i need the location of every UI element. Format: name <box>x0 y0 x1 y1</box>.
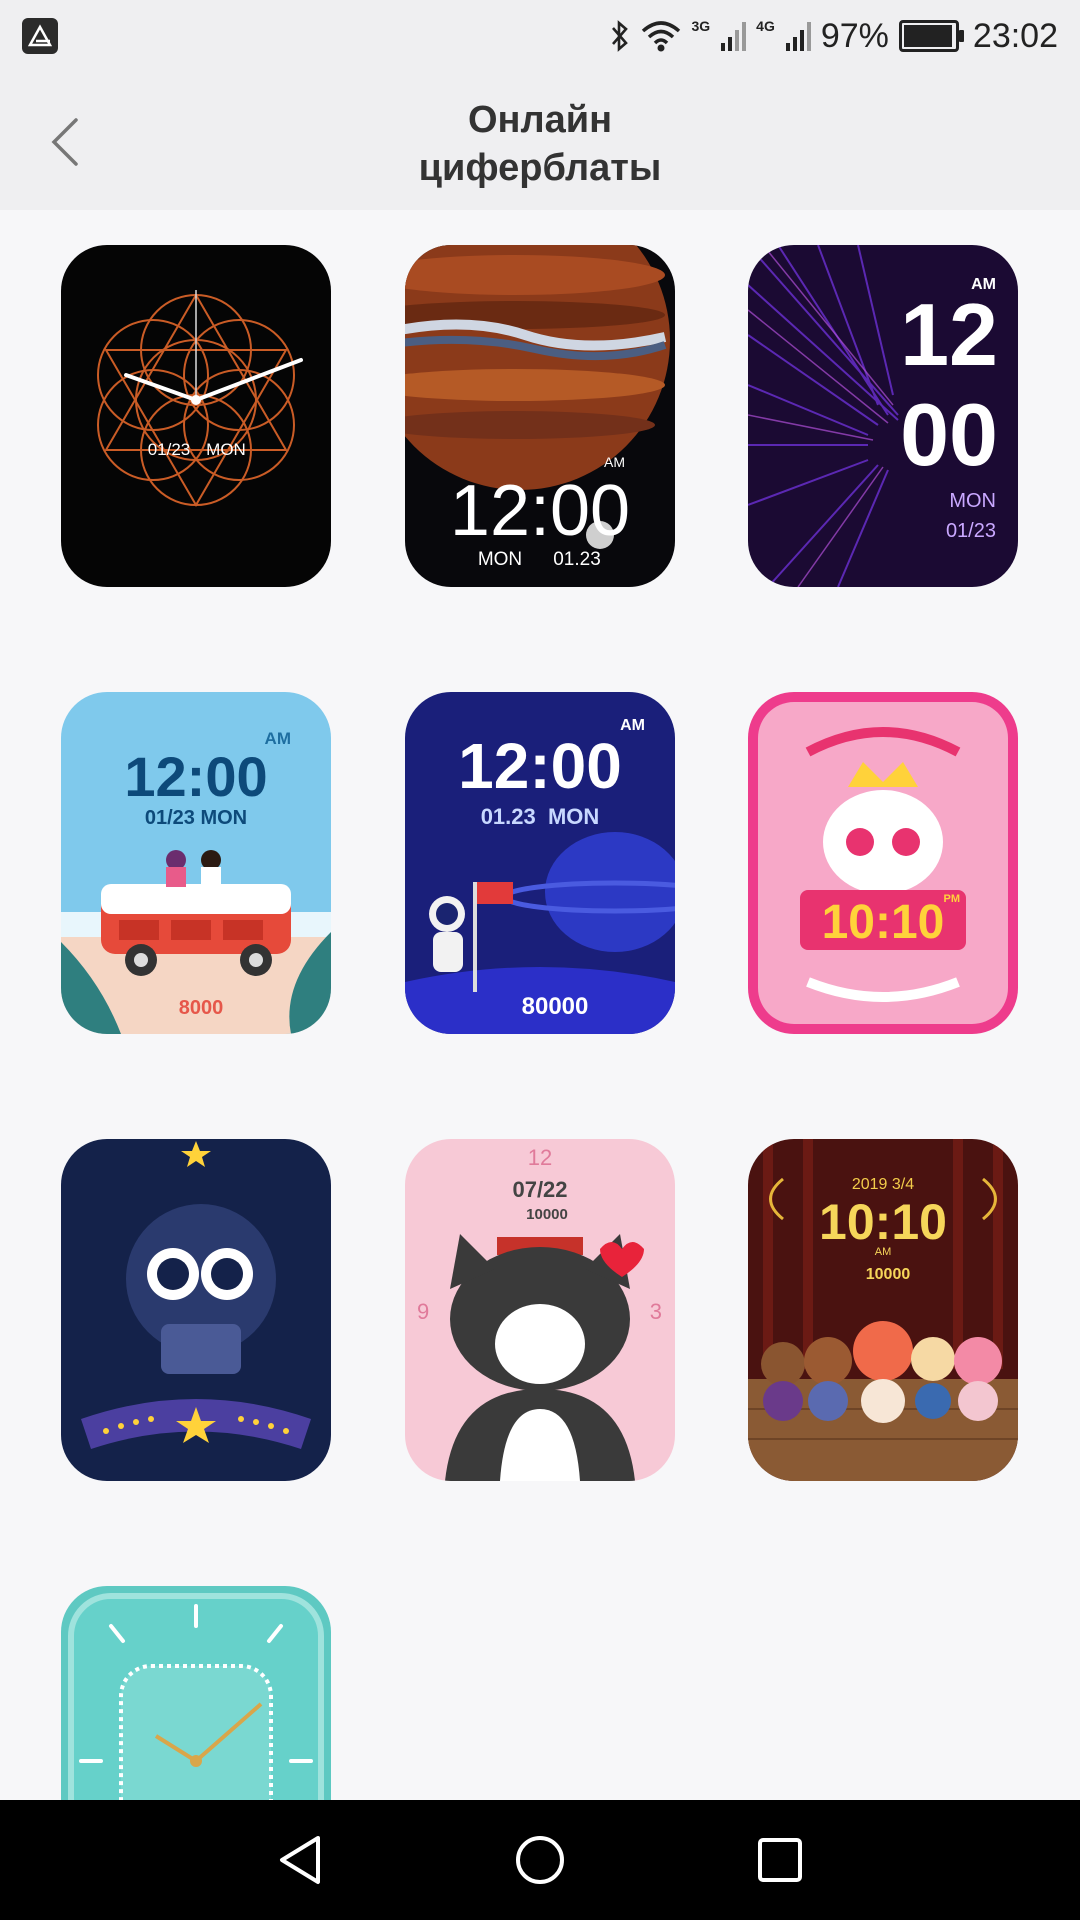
status-bar: 3G 4G 97% 23:02 <box>0 0 1080 72</box>
network-type-1: 3G <box>691 18 711 34</box>
face-steps: 10000 <box>526 1206 568 1223</box>
nav-recents-icon[interactable] <box>748 1828 812 1892</box>
watchface-preview: 01/23 MON <box>97 290 303 507</box>
face-date: 01.23 MON <box>481 804 600 829</box>
clock: 23:02 <box>972 16 1058 55</box>
face-ampm: AM <box>265 729 291 748</box>
watchface-preview: 12 3 6 9 07/22 10000 <box>417 1145 662 1481</box>
watchface-grid: 01/23 MON AM 12:00 MON 01.23 AM 12 00 MO… <box>0 210 1080 1800</box>
nav-home-icon[interactable] <box>508 1828 572 1892</box>
watchface-card-astronaut[interactable]: AM 12:00 01.23 MON 80000 <box>405 692 675 1034</box>
face-date: 01/23 <box>148 440 191 459</box>
face-hour-12: 12 <box>528 1145 552 1170</box>
battery-percent: 97% <box>820 16 889 55</box>
face-day: MON <box>478 549 522 570</box>
system-nav-bar <box>0 1800 1080 1920</box>
watchface-card-beach-van[interactable]: AM 12:00 01/23 MON 8000 <box>61 692 331 1034</box>
watchface-card-stage[interactable]: 2019 3/4 10:10 AM 10000 <box>748 1139 1018 1481</box>
back-arrow-icon[interactable] <box>40 112 92 172</box>
face-ampm: AM <box>875 1246 892 1258</box>
nav-back-icon[interactable] <box>268 1828 332 1892</box>
watchface-preview: 10:10 PM <box>758 702 1008 1024</box>
face-steps: 10000 <box>866 1266 911 1283</box>
watchface-preview <box>81 1141 311 1449</box>
watchface-preview: AM 12:00 MON 01.23 <box>405 245 670 570</box>
watchface-preview: 2019 3/4 10:10 AM 10000 <box>748 1139 1018 1481</box>
title-bar: Онлайн циферблаты <box>0 72 1080 210</box>
signal-icon-2 <box>785 22 811 51</box>
watchface-preview: AM 12:00 01.23 MON 80000 <box>405 717 675 1034</box>
face-steps: 8000 <box>179 997 224 1019</box>
watchface-preview: AM 12:00 01/23 MON 8000 <box>61 729 331 1034</box>
face-time: 12:00 <box>124 745 267 808</box>
face-hour: 12 <box>900 285 998 384</box>
watchface-card-geometric[interactable]: 01/23 MON <box>61 245 331 587</box>
face-time: 10:10 <box>819 1194 947 1250</box>
face-day: MON <box>206 440 246 459</box>
page-title: Онлайн циферблаты <box>340 96 740 192</box>
face-time: 10:10 <box>822 896 945 949</box>
page-title-line-1: Онлайн <box>467 99 613 141</box>
face-time: 12:00 <box>458 730 622 802</box>
face-date: 07/22 <box>512 1177 567 1202</box>
watchface-card-cat[interactable]: 12 3 6 9 07/22 10000 <box>405 1139 675 1481</box>
face-ampm: AM <box>620 717 645 734</box>
watchface-preview <box>68 1593 324 1800</box>
face-ampm: AM <box>604 454 625 470</box>
page-title-line-2: циферблаты <box>418 147 662 189</box>
watchface-card-planet[interactable]: AM 12:00 MON 01.23 <box>405 245 675 587</box>
face-steps: 80000 <box>522 993 589 1020</box>
face-date: 01/23 <box>946 520 996 542</box>
face-date: 2019 3/4 <box>852 1176 914 1193</box>
watchface-card-purple-burst[interactable]: AM 12 00 MON 01/23 <box>748 245 1018 587</box>
app-notification-icon <box>22 18 58 54</box>
face-day: MON <box>949 490 996 512</box>
face-date: 01.23 <box>553 549 601 570</box>
face-date: 01/23 MON <box>145 807 247 829</box>
watchface-card-robot[interactable] <box>61 1139 331 1481</box>
watchface-card-teal-analog[interactable] <box>61 1586 331 1800</box>
signal-icon-1 <box>721 22 747 51</box>
network-type-2: 4G <box>756 18 775 34</box>
face-ampm: PM <box>944 893 961 905</box>
face-hour-9: 9 <box>417 1299 429 1324</box>
watchface-card-pink-crown[interactable]: 10:10 PM <box>748 692 1018 1034</box>
battery-icon <box>898 20 964 52</box>
watchface-preview: AM 12 00 MON 01/23 <box>748 245 998 587</box>
bluetooth-icon <box>612 20 629 52</box>
wifi-icon <box>642 21 681 52</box>
face-minute: 00 <box>900 385 998 484</box>
face-time: 12:00 <box>450 471 630 551</box>
face-hour-3: 3 <box>650 1299 662 1324</box>
